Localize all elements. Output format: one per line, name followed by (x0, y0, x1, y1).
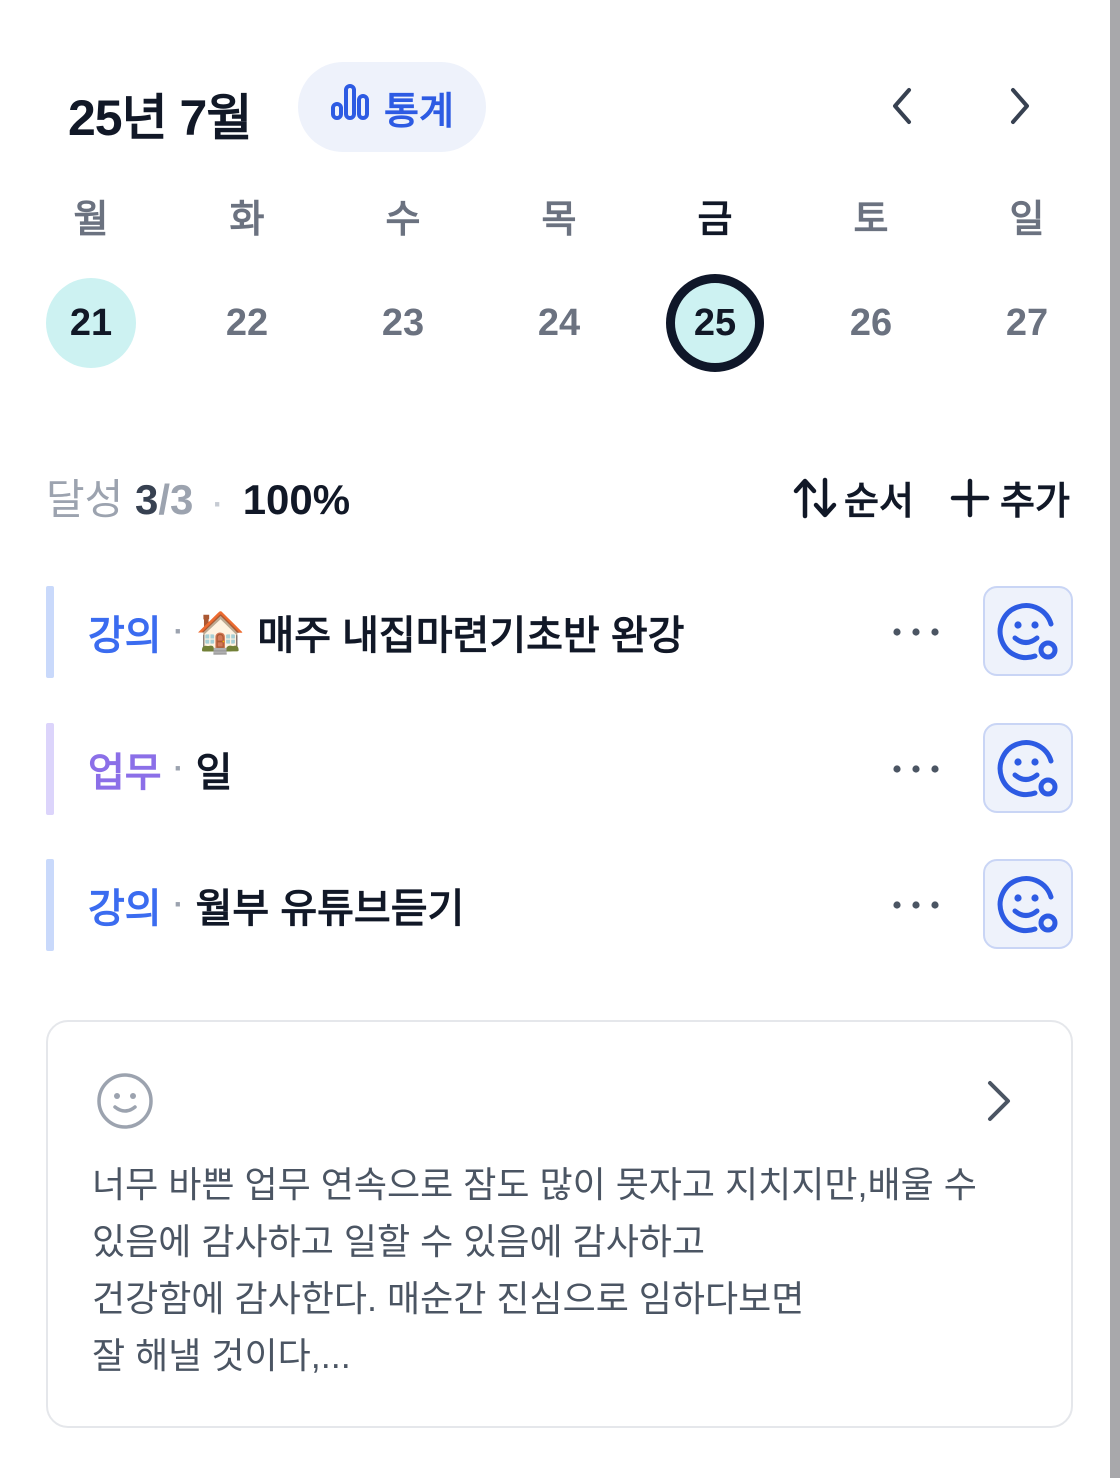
sort-arrows-icon (793, 477, 837, 518)
day-name: 수 (385, 199, 421, 241)
add-label: 추가 (1000, 481, 1070, 523)
more-dots-icon (893, 628, 939, 636)
day-mon[interactable]: 월 21 (36, 190, 146, 368)
task-text: 업무 · 일 (88, 723, 232, 815)
task-title: 월부 유튜브듣기 (195, 887, 465, 931)
task-mood-button[interactable] (983, 859, 1073, 949)
task-text: 강의 · 🏠 매주 내집마련기초반 완강 (88, 586, 684, 678)
task-mood-button[interactable] (983, 723, 1073, 813)
day-number: 27 (1005, 301, 1049, 344)
sort-button[interactable]: 순서 (792, 470, 914, 525)
next-week-button[interactable] (994, 80, 1046, 132)
task-color-bar (46, 586, 54, 678)
stats-button[interactable]: 통계 (298, 62, 486, 152)
summary-separator: · (213, 488, 224, 521)
day-name: 토 (853, 199, 889, 241)
day-tue[interactable]: 화 22 (192, 190, 302, 344)
day-name: 일 (1009, 199, 1045, 241)
day-number-today: 25 (666, 274, 764, 372)
sort-label: 순서 (844, 481, 914, 523)
bar-chart-icon (330, 82, 370, 132)
chevron-right-icon (1011, 88, 1029, 124)
task-separator: · (173, 888, 184, 921)
day-number: 21 (46, 278, 136, 368)
day-number: 22 (225, 301, 269, 344)
summary-total: /3 (158, 476, 194, 523)
day-name: 화 (229, 199, 265, 241)
task-category: 강의 (88, 887, 162, 931)
task-category: 업무 (88, 751, 162, 795)
day-number: 23 (381, 301, 425, 344)
day-name: 월 (73, 199, 109, 241)
day-wed[interactable]: 수 23 (348, 190, 458, 344)
smile-icon (97, 1073, 153, 1129)
task-color-bar (46, 859, 54, 951)
day-sun[interactable]: 일 27 (972, 190, 1082, 344)
summary-label: 달성 (46, 476, 124, 523)
task-item[interactable]: 강의 · 🏠 매주 내집마련기초반 완강 (46, 586, 1076, 678)
header: 25년 7월 통계 (0, 0, 1100, 180)
task-item[interactable]: 업무 · 일 (46, 723, 1076, 815)
day-thu[interactable]: 목 24 (504, 190, 614, 344)
day-name: 금 (697, 199, 733, 241)
mood-smile-icon (997, 876, 1058, 934)
summary-done: 3 (134, 476, 159, 523)
task-more-button[interactable] (886, 881, 946, 929)
task-item[interactable]: 강의 · 월부 유튜브듣기 (46, 859, 1076, 951)
task-category: 강의 (88, 614, 162, 658)
stats-label: 통계 (384, 90, 454, 133)
prev-week-button[interactable] (876, 80, 928, 132)
diary-card[interactable]: 너무 바쁜 업무 연속으로 잠도 많이 못자고 지치지만,배울 수 있음에 감사… (46, 1020, 1073, 1428)
more-dots-icon (893, 901, 939, 909)
diary-text: 너무 바쁜 업무 연속으로 잠도 많이 못자고 지치지만,배울 수 있음에 감사… (92, 1164, 977, 1376)
mood-smile-icon (997, 603, 1058, 661)
day-number: 24 (537, 301, 581, 344)
mood-smile-icon (997, 740, 1058, 798)
achievement-summary: 달성 3/3 · 100% (46, 466, 350, 527)
task-title: 매주 내집마련기초반 완강 (257, 614, 685, 658)
house-emoji-icon: 🏠 (195, 610, 246, 655)
plus-icon (950, 478, 990, 517)
month-title: 25년 7월 (68, 90, 252, 146)
task-separator: · (173, 752, 184, 785)
add-task-button[interactable]: 추가 (950, 470, 1070, 525)
summary-percent: 100% (242, 476, 351, 523)
task-more-button[interactable] (886, 745, 946, 793)
task-color-bar (46, 723, 54, 815)
day-fri[interactable]: 금 25 (660, 190, 770, 372)
task-title: 일 (195, 751, 233, 795)
scrollbar[interactable] (1110, 0, 1120, 1478)
chevron-right-icon[interactable] (984, 1078, 1014, 1124)
day-name: 목 (541, 199, 577, 241)
task-separator: · (173, 615, 184, 648)
more-dots-icon (893, 765, 939, 773)
day-sat[interactable]: 토 26 (816, 190, 926, 344)
task-text: 강의 · 월부 유튜브듣기 (88, 859, 464, 951)
day-number: 26 (849, 301, 893, 344)
task-mood-button[interactable] (983, 586, 1073, 676)
chevron-left-icon (893, 88, 911, 124)
task-more-button[interactable] (886, 608, 946, 656)
